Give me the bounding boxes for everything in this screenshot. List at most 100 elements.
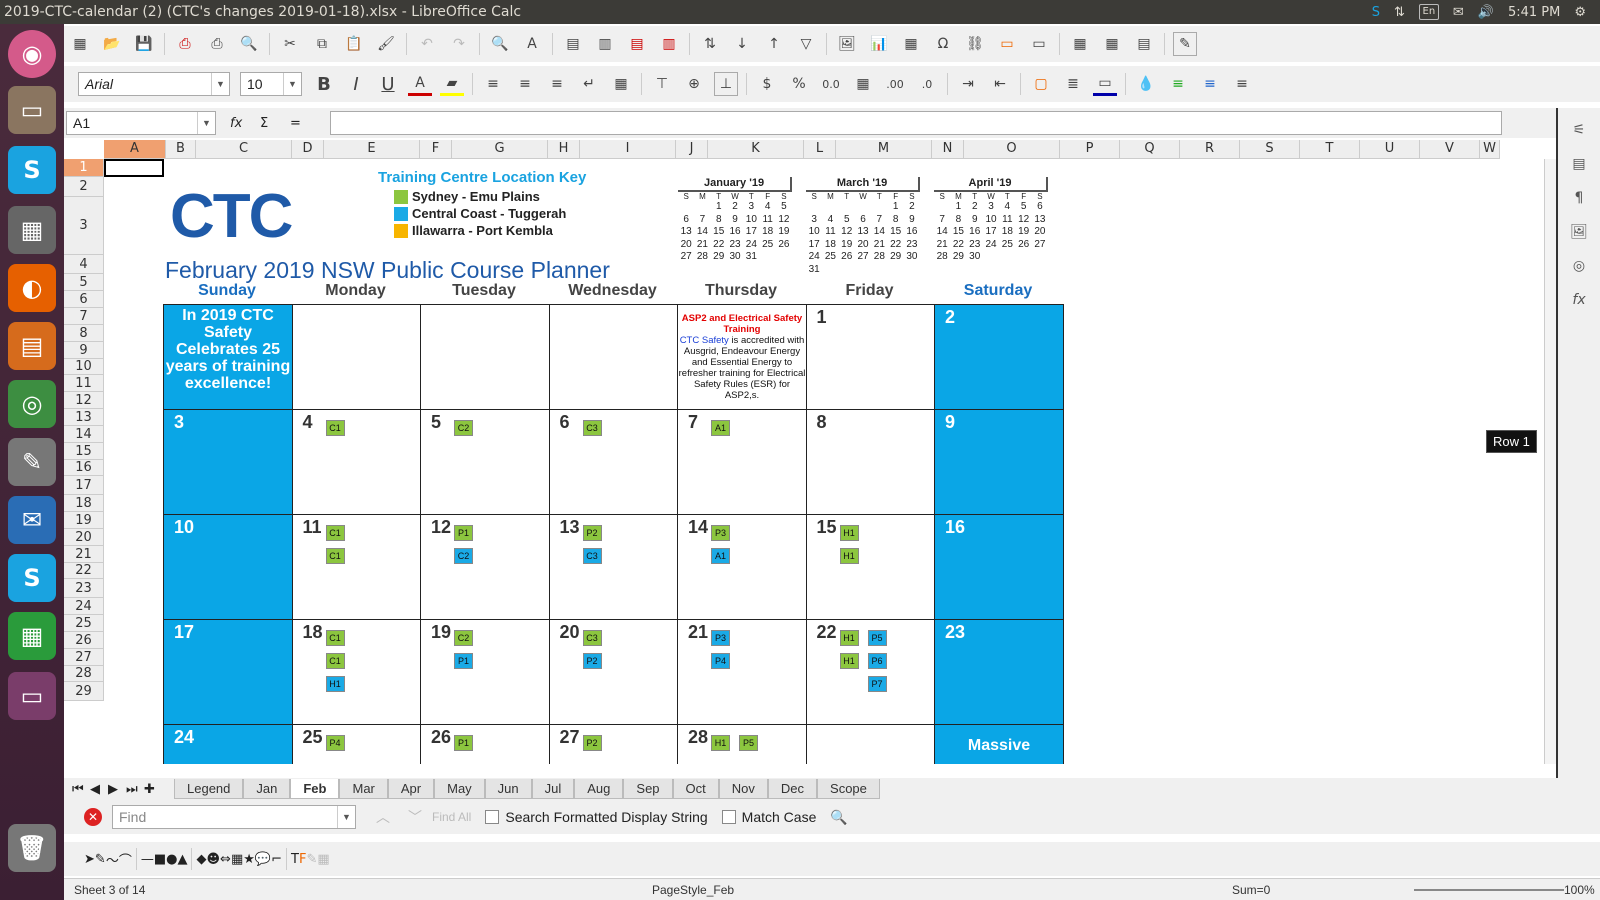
- column-header-L[interactable]: L: [804, 140, 836, 159]
- column-icon[interactable]: ▥: [593, 32, 617, 56]
- print-preview-icon[interactable]: 🔍: [237, 32, 261, 56]
- copy-icon[interactable]: ⧉: [310, 32, 334, 56]
- row-header-23[interactable]: 23: [64, 579, 104, 598]
- align-top-icon[interactable]: ⊤: [650, 72, 674, 96]
- print-icon[interactable]: ⎙: [205, 32, 229, 56]
- column-header-K[interactable]: K: [708, 140, 804, 159]
- row-header-2[interactable]: 2: [64, 177, 104, 197]
- row-header-1[interactable]: 1: [64, 159, 104, 177]
- find-replace-icon[interactable]: 🔍: [488, 32, 512, 56]
- calendar-day-cell[interactable]: 10: [163, 514, 293, 620]
- course-badge[interactable]: H1: [839, 525, 859, 541]
- calendar-day-cell[interactable]: ASP2 and Electrical Safety Training CTC S…: [677, 304, 807, 410]
- sidebar-navigator-icon[interactable]: ◎: [1567, 254, 1591, 278]
- row-header-9[interactable]: 9: [64, 342, 104, 359]
- points-icon[interactable]: ⌐: [271, 852, 282, 867]
- sheet-tab-apr[interactable]: Apr: [387, 779, 435, 799]
- font-size-box[interactable]: 10 ▼: [240, 72, 302, 96]
- trash-icon[interactable]: 🗑: [8, 824, 56, 872]
- fontwork-icon[interactable]: F: [299, 852, 306, 867]
- row-header-28[interactable]: 28: [64, 666, 104, 682]
- curve-icon[interactable]: 〜: [106, 850, 119, 869]
- calendar-day-cell[interactable]: 17: [163, 619, 293, 725]
- row-header-27[interactable]: 27: [64, 649, 104, 666]
- row-header-22[interactable]: 22: [64, 563, 104, 579]
- 3d-icon[interactable]: ▦: [317, 852, 329, 867]
- row-icon[interactable]: ▤: [561, 32, 585, 56]
- calendar-day-cell[interactable]: 21 P3 P4: [677, 619, 807, 725]
- column-header-A[interactable]: A: [104, 140, 166, 159]
- align-left-icon[interactable]: ≡: [481, 72, 505, 96]
- impress-icon[interactable]: ▤: [8, 322, 56, 370]
- calendar-day-cell[interactable]: [805, 724, 935, 764]
- calendar-day-cell[interactable]: 6 C3: [548, 409, 678, 515]
- align-bottom-icon[interactable]: ⊥: [714, 72, 738, 96]
- calendar-day-cell[interactable]: 18 C1 C1 H1: [291, 619, 421, 725]
- paste-icon[interactable]: 📋: [342, 32, 366, 56]
- column-header-O[interactable]: O: [964, 140, 1060, 159]
- calendar-day-cell[interactable]: 16: [934, 514, 1064, 620]
- column-header-N[interactable]: N: [932, 140, 964, 159]
- column-header-Q[interactable]: Q: [1120, 140, 1180, 159]
- calendar-day-cell[interactable]: 26 P1: [420, 724, 550, 764]
- sheet-tab-aug[interactable]: Aug: [574, 779, 624, 799]
- course-badge[interactable]: H1: [839, 548, 859, 564]
- course-badge[interactable]: H1: [711, 735, 730, 751]
- border-style-icon[interactable]: ≣: [1061, 72, 1085, 96]
- calendar-day-cell[interactable]: [420, 304, 550, 410]
- calendar-day-cell[interactable]: 22 H1 P5 H1 P6 P7: [805, 619, 935, 725]
- course-badge[interactable]: C2: [454, 548, 473, 564]
- sheet-tab-dec[interactable]: Dec: [767, 779, 818, 799]
- find-input[interactable]: Find ▼: [112, 805, 356, 829]
- course-badge[interactable]: C1: [325, 630, 345, 646]
- chart-icon[interactable]: 📊: [867, 32, 891, 56]
- skype-tray-icon[interactable]: S: [1372, 5, 1380, 20]
- calendar-day-cell[interactable]: 24: [163, 724, 293, 764]
- column-header-E[interactable]: E: [324, 140, 420, 159]
- sidebar-properties-icon[interactable]: ⚟: [1567, 118, 1591, 142]
- percent-format-icon[interactable]: %: [787, 72, 811, 96]
- autofilter-icon[interactable]: ▽: [794, 32, 818, 56]
- text-editor-icon[interactable]: ✎: [8, 438, 56, 486]
- row-header-21[interactable]: 21: [64, 546, 104, 563]
- course-badge[interactable]: A1: [711, 420, 730, 436]
- column-header-D[interactable]: D: [292, 140, 324, 159]
- show-draw-functions-icon[interactable]: ✎: [1173, 32, 1197, 56]
- function-wizard-icon[interactable]: fx: [230, 116, 254, 131]
- course-badge[interactable]: C2: [454, 420, 473, 436]
- course-badge[interactable]: P2: [582, 525, 602, 541]
- increase-indent-icon[interactable]: ⇥: [956, 72, 980, 96]
- row-header-5[interactable]: 5: [64, 274, 104, 291]
- mail-icon[interactable]: ✉: [1453, 5, 1464, 20]
- calendar-day-cell[interactable]: 9: [934, 409, 1064, 515]
- course-badge[interactable]: P5: [739, 735, 758, 751]
- row-header-19[interactable]: 19: [64, 512, 104, 529]
- row-header-14[interactable]: 14: [64, 426, 104, 443]
- course-badge[interactable]: P5: [867, 630, 887, 646]
- course-badge[interactable]: P2: [582, 653, 602, 669]
- icon-set-icon[interactable]: ≡: [1230, 72, 1254, 96]
- course-badge[interactable]: C2: [454, 630, 473, 646]
- save-icon[interactable]: 💾: [132, 32, 156, 56]
- color-scale-icon[interactable]: ≡: [1166, 72, 1190, 96]
- sheet-tab-sep[interactable]: Sep: [623, 779, 673, 799]
- column-header-M[interactable]: M: [836, 140, 932, 159]
- sidebar-styles-icon[interactable]: ▤: [1567, 152, 1591, 176]
- skype-icon-2[interactable]: S: [8, 554, 56, 602]
- course-badge[interactable]: H1: [839, 653, 859, 669]
- sheet-tab-jun[interactable]: Jun: [484, 779, 532, 799]
- find-next-icon[interactable]: ﹀: [408, 807, 422, 827]
- course-badge[interactable]: P1: [454, 653, 473, 669]
- row-header-10[interactable]: 10: [64, 359, 104, 375]
- row-header-16[interactable]: 16: [64, 460, 104, 476]
- calendar-day-cell[interactable]: 25 P4: [291, 724, 421, 764]
- calendar-day-cell[interactable]: 3: [163, 409, 293, 515]
- column-header-P[interactable]: P: [1060, 140, 1120, 159]
- row-header-13[interactable]: 13: [64, 409, 104, 426]
- column-header-R[interactable]: R: [1180, 140, 1240, 159]
- align-right-icon[interactable]: ≡: [545, 72, 569, 96]
- sheet-tab-nov[interactable]: Nov: [718, 779, 768, 799]
- rectangle-icon[interactable]: ■: [154, 852, 166, 867]
- freeze-rows-icon[interactable]: ▦: [1100, 32, 1124, 56]
- calendar-day-cell[interactable]: 11 C1 C1: [291, 514, 421, 620]
